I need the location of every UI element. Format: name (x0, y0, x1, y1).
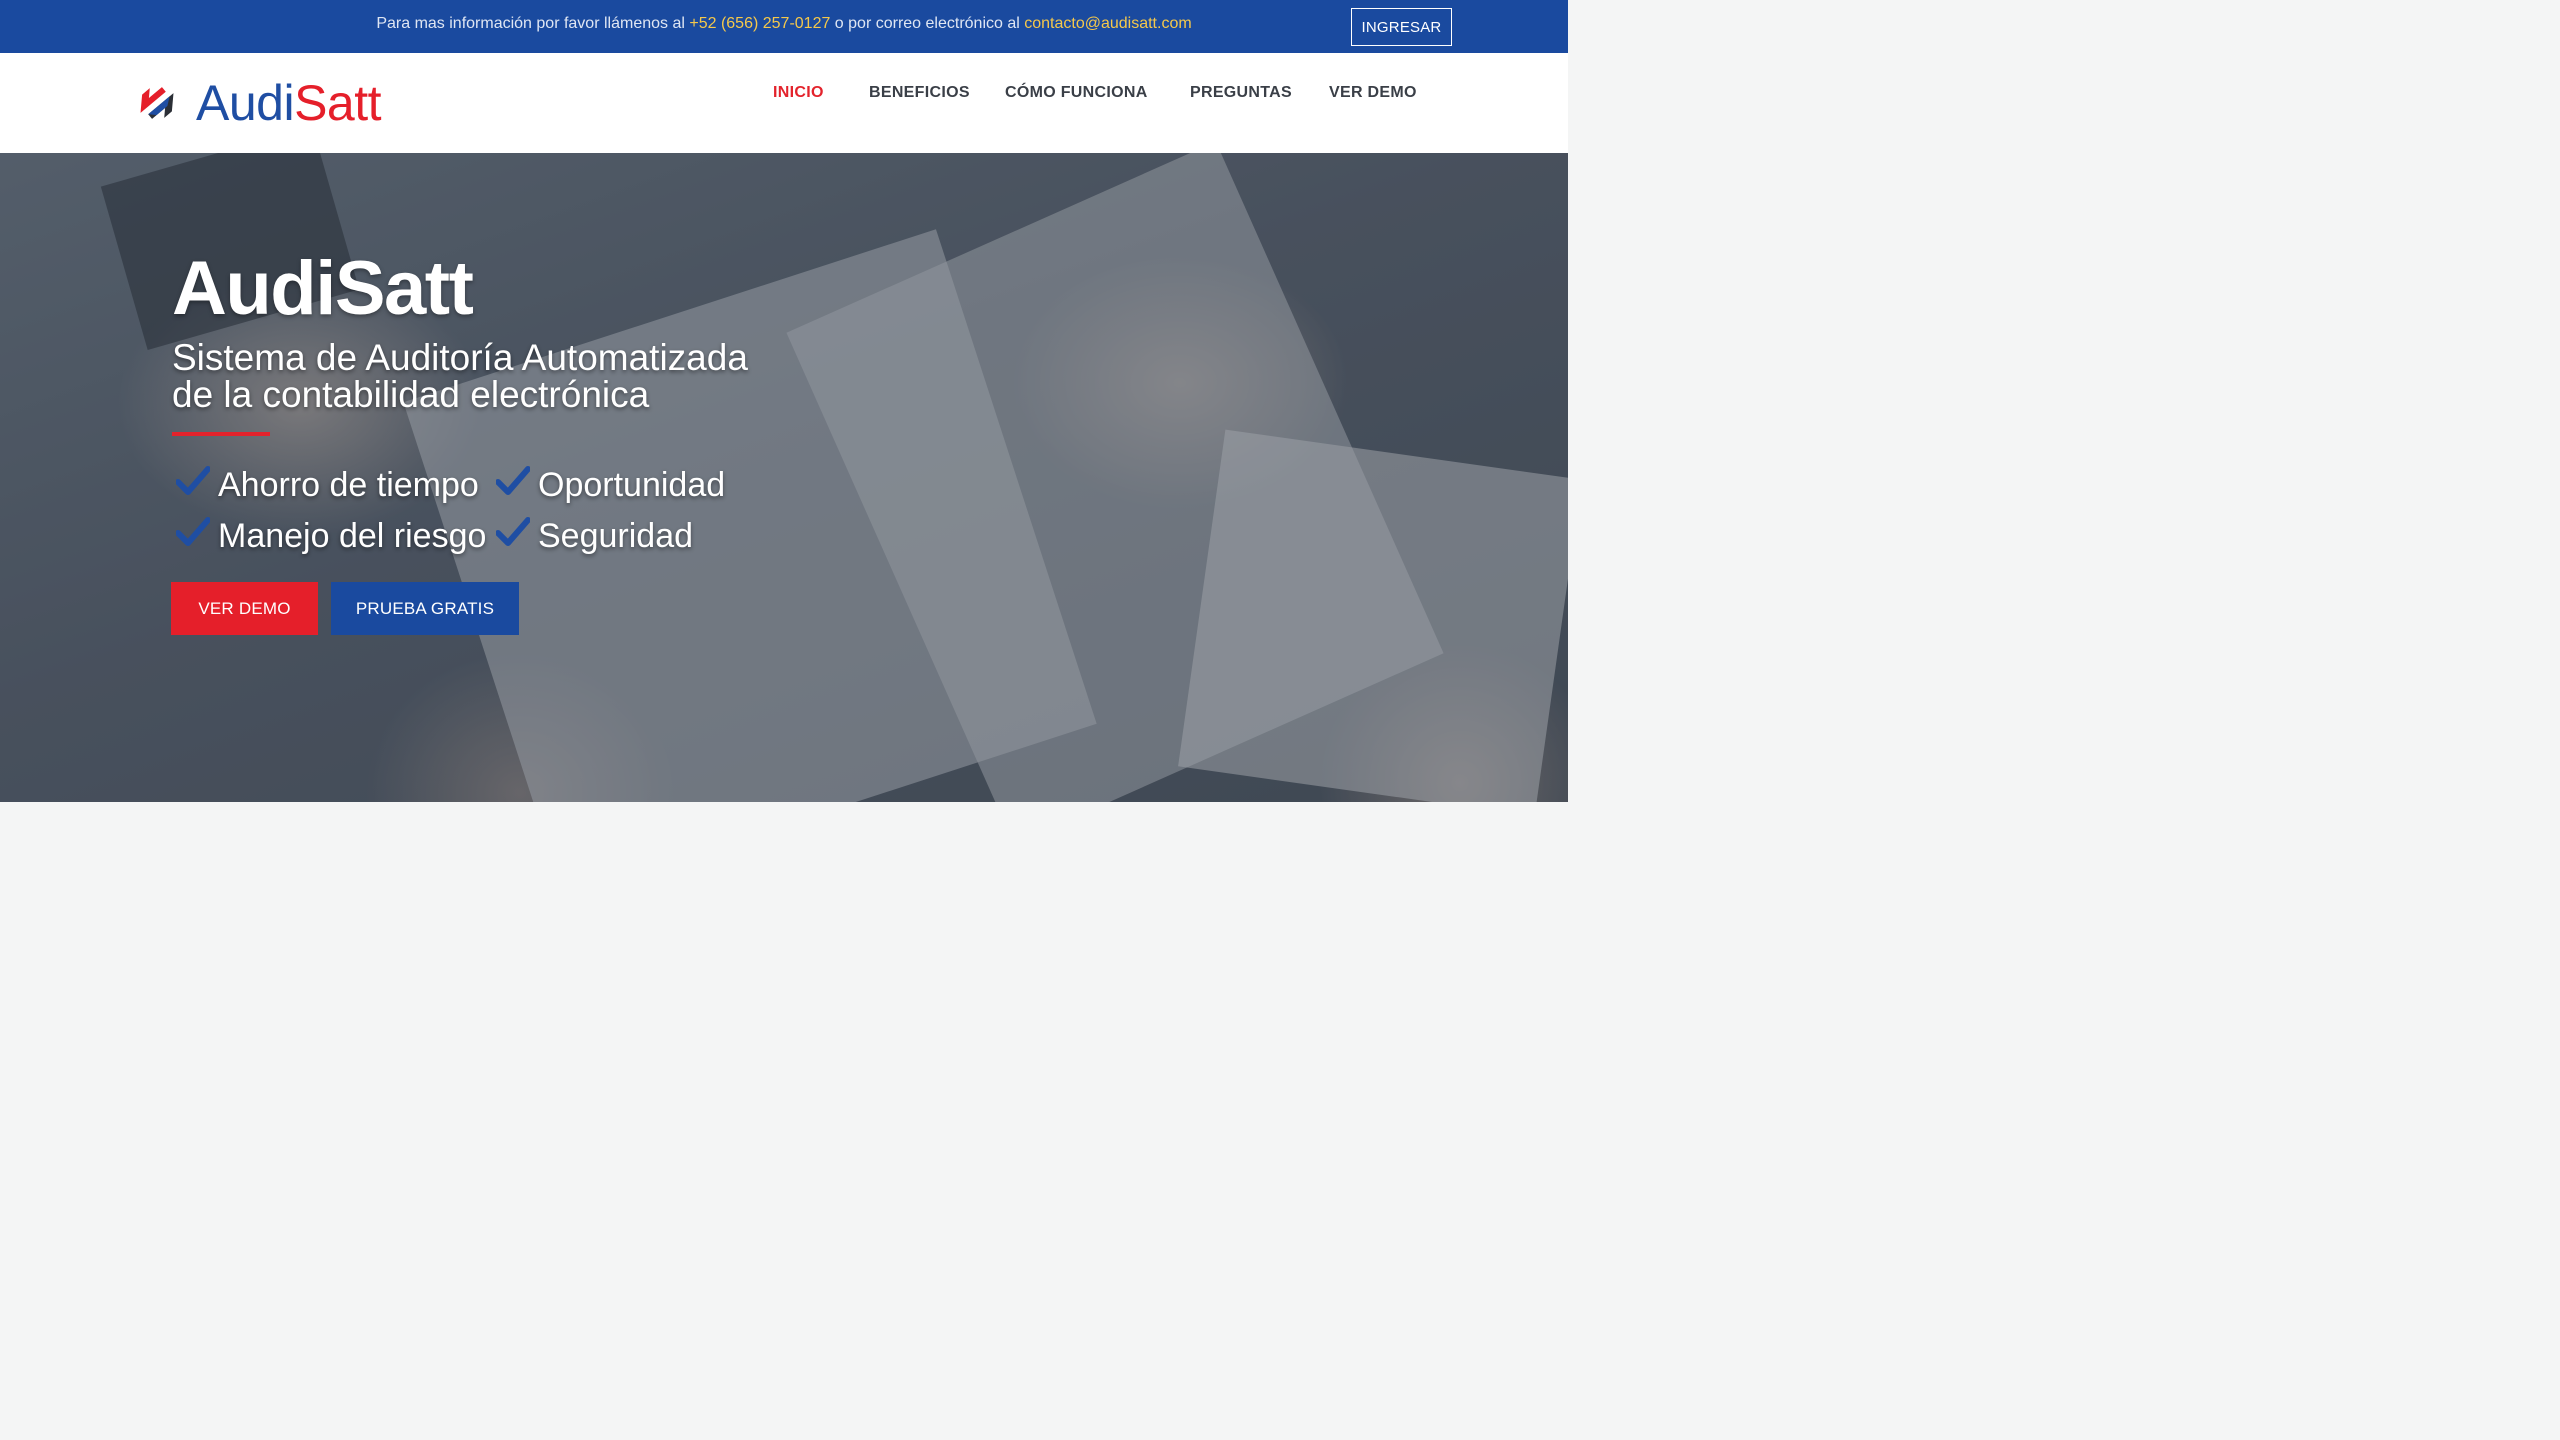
logo-wordmark: AudiSatt (196, 75, 382, 131)
feature-riesgo: Manejo del riesgo (218, 517, 487, 555)
check-icon (496, 466, 530, 495)
nav-beneficios[interactable]: BENEFICIOS (869, 84, 970, 102)
next-section (0, 802, 1568, 882)
ver-demo-button[interactable]: VER DEMO (171, 582, 318, 635)
hero-section: AudiSatt Sistema de Auditoría Automatiza… (0, 153, 1568, 802)
phone-link[interactable]: +52 (656) 257-0127 (689, 15, 830, 32)
feature-seguridad: Seguridad (538, 517, 694, 555)
nav-inicio[interactable]: INICIO (773, 84, 824, 102)
feature-oportunidad: Oportunidad (538, 466, 726, 504)
feature-ahorro: Ahorro de tiempo (218, 466, 479, 504)
logo-text-satt: Satt (294, 75, 382, 131)
top-info-bar: Para mas información por favor llámenos … (0, 0, 1568, 53)
contact-info: Para mas información por favor llámenos … (0, 15, 1568, 33)
hero-title: AudiSatt (172, 246, 474, 331)
contact-text-middle: o por correo electrónico al (830, 15, 1025, 32)
check-icon (176, 517, 210, 546)
site-header: AudiSatt INICIO BENEFICIOS CÓMO FUNCIONA… (0, 53, 1568, 153)
login-button[interactable]: INGRESAR (1351, 8, 1452, 46)
contact-text-prefix: Para mas información por favor llámenos … (376, 15, 690, 32)
nav-ver-demo[interactable]: VER DEMO (1329, 84, 1417, 102)
logo-text-audi: Audi (196, 75, 295, 131)
nav-como-funciona[interactable]: CÓMO FUNCIONA (1005, 84, 1148, 102)
prueba-gratis-button[interactable]: PRUEBA GRATIS (331, 582, 519, 635)
hero-subtitle-line1: Sistema de Auditoría Automatizada (172, 337, 748, 378)
check-icon (176, 466, 210, 495)
check-icon (496, 517, 530, 546)
nav-preguntas[interactable]: PREGUNTAS (1190, 84, 1292, 102)
hero-divider (172, 432, 270, 436)
hero-subtitle: Sistema de Auditoría Automatizada de la … (172, 339, 748, 413)
logo-icon (140, 87, 174, 119)
hero-subtitle-line2: de la contabilidad electrónica (172, 374, 650, 415)
email-link[interactable]: contacto@audisatt.com (1024, 15, 1191, 32)
logo[interactable]: AudiSatt (134, 75, 382, 131)
